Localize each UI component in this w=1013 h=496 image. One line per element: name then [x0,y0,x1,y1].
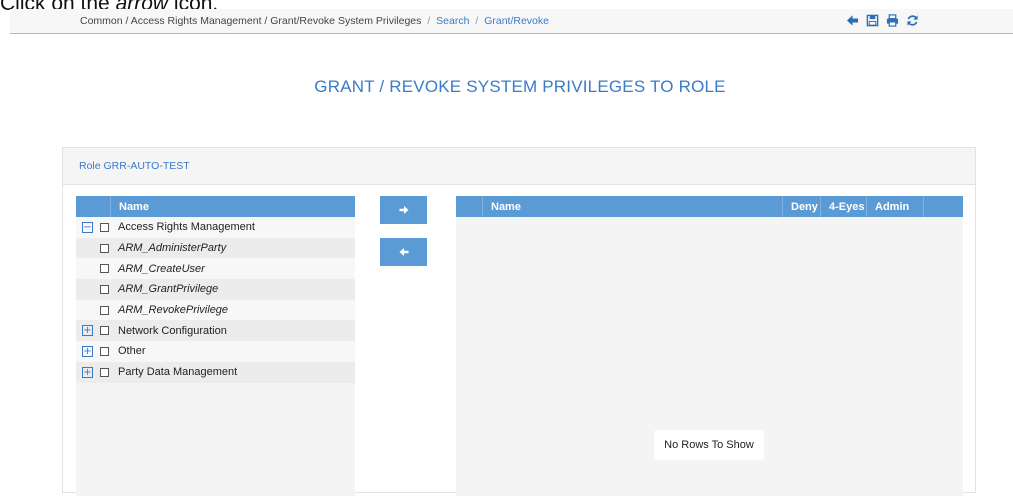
tree-row[interactable]: − Access Rights Management [76,217,355,238]
assigned-privileges-grid: Name Deny 4-Eyes Admin No Rows To Show [456,196,963,496]
column-header-name[interactable]: Name [110,196,355,217]
grid-header-spacer [456,196,482,217]
column-header-admin[interactable]: Admin [866,196,924,217]
remove-privilege-button[interactable] [380,238,427,266]
expand-icon[interactable]: + [82,325,93,337]
tree-row-label: Other [118,345,146,358]
tree-row-label: Party Data Management [118,366,238,379]
expand-icon[interactable]: + [82,366,93,378]
grid-header: Name [76,196,355,217]
row-checkbox[interactable] [100,367,109,377]
available-privileges-grid: Name − Access Rights Management ARM_Admini… [76,196,355,496]
tree-row[interactable]: ARM_CreateUser [76,258,355,280]
breadcrumb-search-link[interactable]: Search [436,15,469,27]
tree-row-label: ARM_CreateUser [118,262,205,275]
print-icon[interactable] [885,13,899,27]
column-header-deny[interactable]: Deny [782,196,820,217]
tree-row-label: ARM_RevokePrivilege [118,304,229,317]
tree-row[interactable]: ARM_RevokePrivilege [76,299,355,321]
grid-header-spacer [76,196,110,217]
page-title: GRANT / REVOKE SYSTEM PRIVILEGES TO ROLE [314,77,726,96]
breadcrumb-separator: / [427,15,431,27]
row-checkbox[interactable] [100,346,109,356]
no-rows-message: No Rows To Show [654,430,764,460]
tree-row[interactable]: ARM_AdministerParty [76,237,355,259]
add-privilege-button[interactable] [380,196,427,224]
row-checkbox[interactable] [100,243,109,253]
back-arrow-icon[interactable] [845,13,859,27]
tree-row[interactable]: ARM_GrantPrivilege [76,279,355,300]
tree-rows: − Access Rights Management ARM_AdministerP… [76,217,355,383]
row-checkbox[interactable] [100,264,109,274]
breadcrumb-separator: / [475,15,479,27]
left-arrow-icon [399,248,408,256]
toolbar [845,13,919,27]
tree-row-label: ARM_AdministerParty [118,242,227,255]
row-checkbox[interactable] [100,326,109,336]
breadcrumb: Common / Access Rights Management / Gran… [80,15,549,27]
tree-row[interactable]: + Party Data Management [76,361,355,383]
role-panel: Role GRR-AUTO-TEST Name − Access Rights M… [62,147,976,496]
top-bar: Common / Access Rights Management / Gran… [10,9,1013,34]
tree-row[interactable]: + Other [76,341,355,362]
column-header-name[interactable]: Name [482,196,782,217]
column-header-four-eyes[interactable]: 4-Eyes [820,196,866,217]
grid-header: Name Deny 4-Eyes Admin [456,196,963,217]
refresh-icon[interactable] [905,13,919,27]
tree-row-label: Access Rights Management [118,221,255,234]
row-checkbox[interactable] [100,284,109,294]
row-checkbox[interactable] [100,305,109,315]
collapse-icon[interactable]: − [82,221,93,233]
tree-row-label: ARM_GrantPrivilege [118,283,219,296]
tree-row-label: Network Configuration [118,324,227,337]
save-icon[interactable] [865,13,879,27]
breadcrumb-path[interactable]: Common / Access Rights Management / Gran… [80,15,421,27]
breadcrumb-current[interactable]: Grant/Revoke [484,15,549,27]
tree-row[interactable]: + Network Configuration [76,320,355,342]
expand-icon[interactable]: + [82,345,93,357]
right-arrow-icon [399,206,408,214]
panel-header: Role GRR-AUTO-TEST [63,148,975,185]
row-checkbox[interactable] [100,222,109,232]
